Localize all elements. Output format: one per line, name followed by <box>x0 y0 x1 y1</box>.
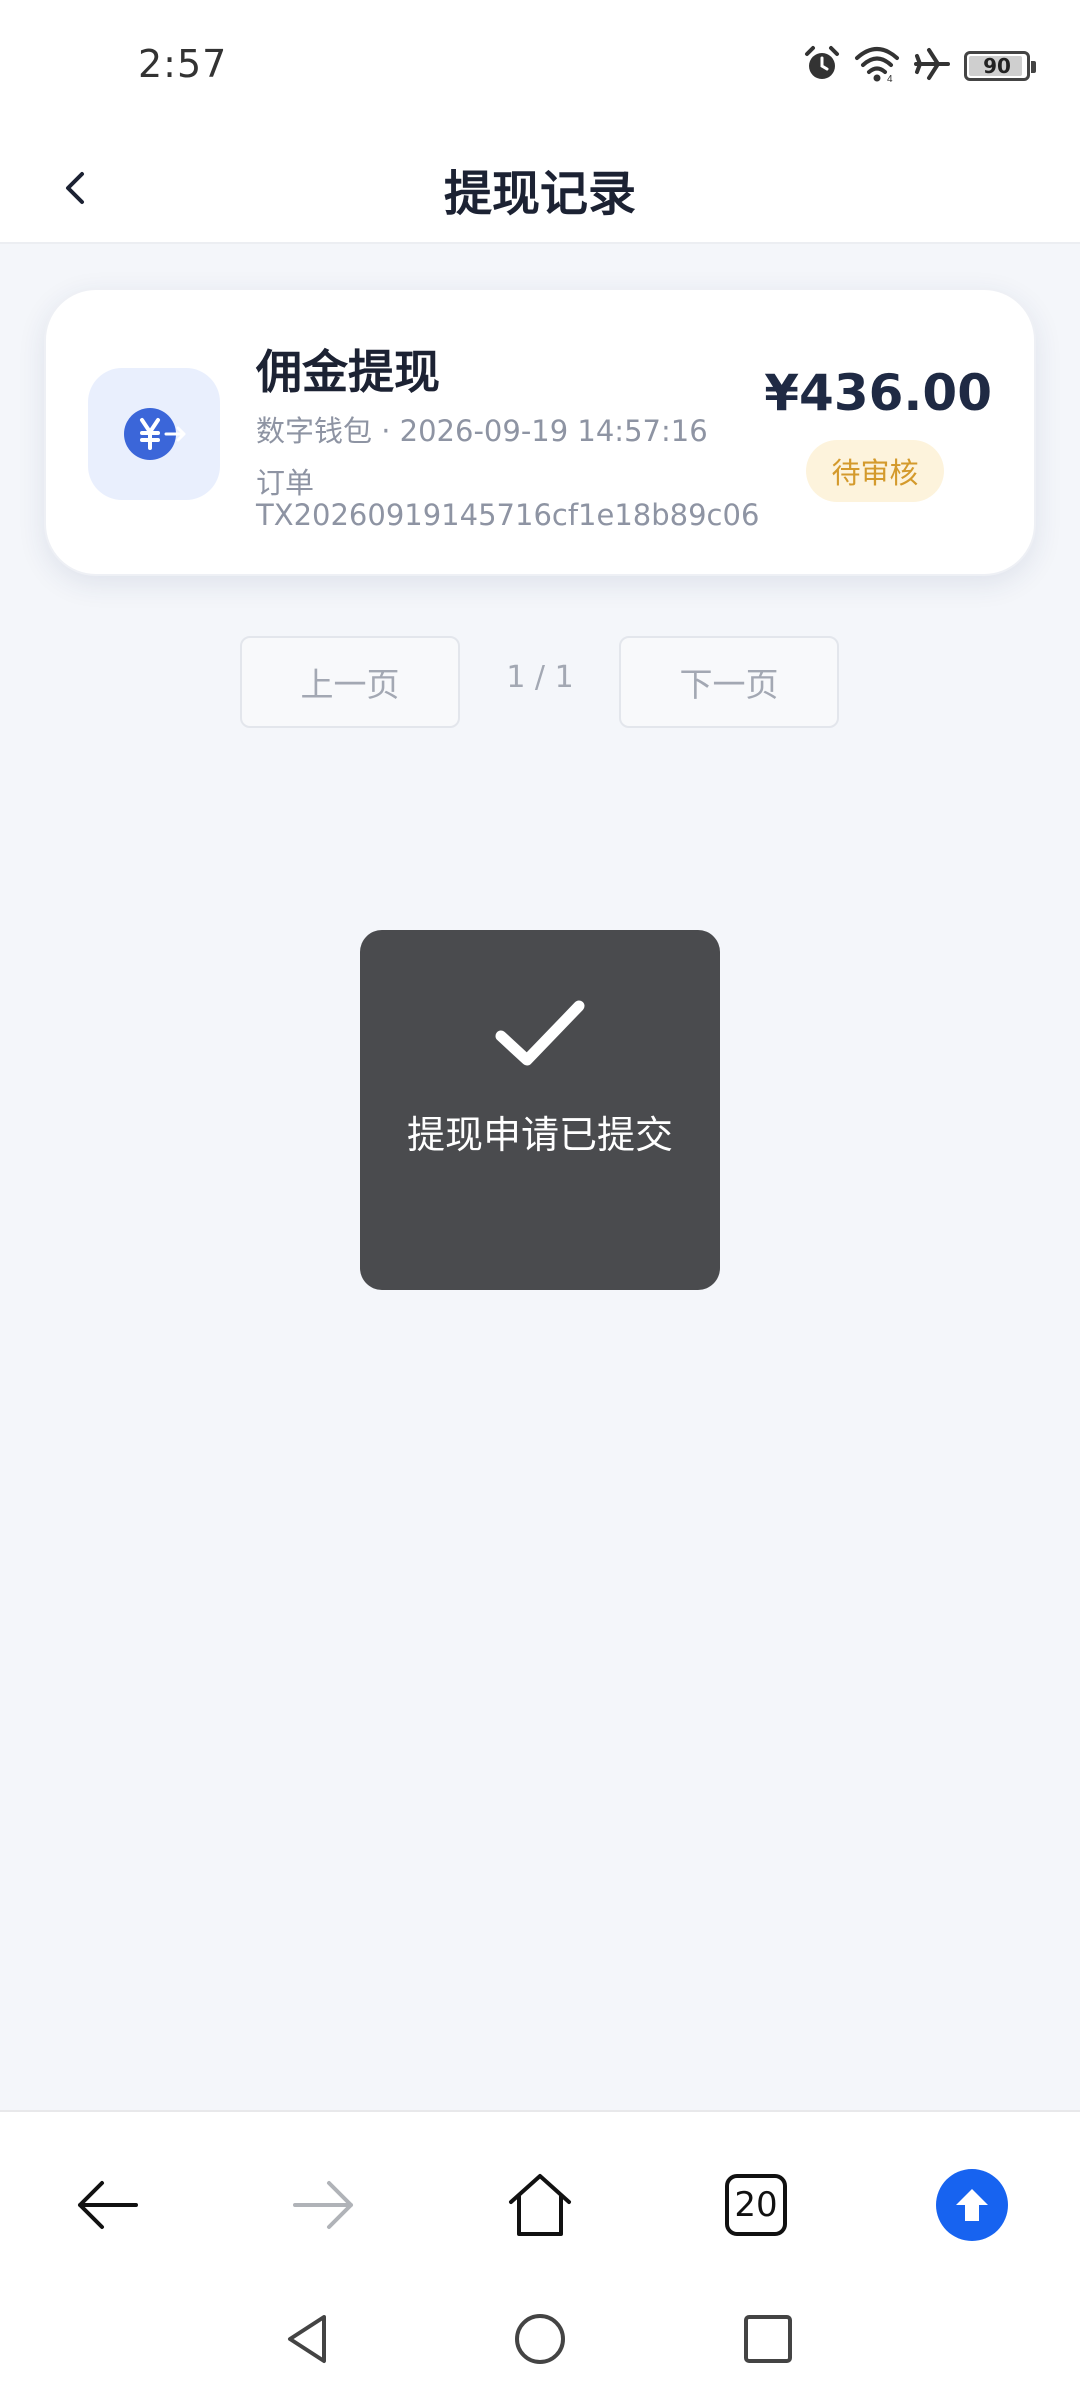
record-title: 佣金提现 <box>256 345 440 399</box>
record-meta: 数字钱包 · 2026-09-19 14:57:16 <box>256 414 708 448</box>
toast-message: 提现申请已提交 <box>406 1113 673 1157</box>
forward-arrow-icon[interactable] <box>279 2160 369 2250</box>
success-toast: 提现申请已提交 <box>360 930 720 1290</box>
withdrawal-record-card[interactable]: 佣金提现 数字钱包 · 2026-09-19 14:57:16 订单 TX202… <box>44 288 1036 576</box>
svg-text:4: 4 <box>887 74 893 84</box>
prev-page-button[interactable]: 上一页 <box>240 636 460 728</box>
browser-toolbar: 20 <box>0 2110 1080 2280</box>
page-title: 提现记录 <box>443 166 636 222</box>
status-time: 2:57 <box>138 42 228 86</box>
next-page-button[interactable]: 下一页 <box>619 636 839 728</box>
scroll-up-button[interactable] <box>927 2160 1017 2250</box>
tab-count: 20 <box>725 2174 787 2236</box>
order-label: 订单 <box>256 466 315 500</box>
scroll-up-icon <box>936 2169 1008 2241</box>
yuan-transfer-icon <box>88 368 220 500</box>
record-amount: ¥436.00 <box>764 364 992 422</box>
system-nav-bar <box>0 2280 1080 2400</box>
wifi-icon: 4 <box>854 44 900 88</box>
order-number: TX20260919145716cf1e18b89c06 <box>256 498 760 532</box>
page-indicator: 1 / 1 <box>506 660 574 695</box>
alarm-icon <box>802 44 842 88</box>
home-icon[interactable] <box>495 2160 585 2250</box>
square-recents-icon[interactable] <box>733 2304 803 2374</box>
page-header: 提现记录 <box>0 132 1080 244</box>
status-bar: 2:57 4 90 <box>0 0 1080 132</box>
circle-home-icon[interactable] <box>505 2304 575 2374</box>
battery-icon: 90 <box>964 51 1036 81</box>
status-icons: 4 90 <box>802 44 1036 88</box>
checkmark-icon <box>495 998 585 1072</box>
triangle-back-icon[interactable] <box>273 2304 343 2374</box>
battery-level: 90 <box>983 54 1011 78</box>
airplane-icon <box>912 44 952 88</box>
status-badge: 待审核 <box>806 440 944 502</box>
tabs-icon[interactable]: 20 <box>711 2160 801 2250</box>
back-arrow-icon[interactable] <box>62 2160 152 2250</box>
